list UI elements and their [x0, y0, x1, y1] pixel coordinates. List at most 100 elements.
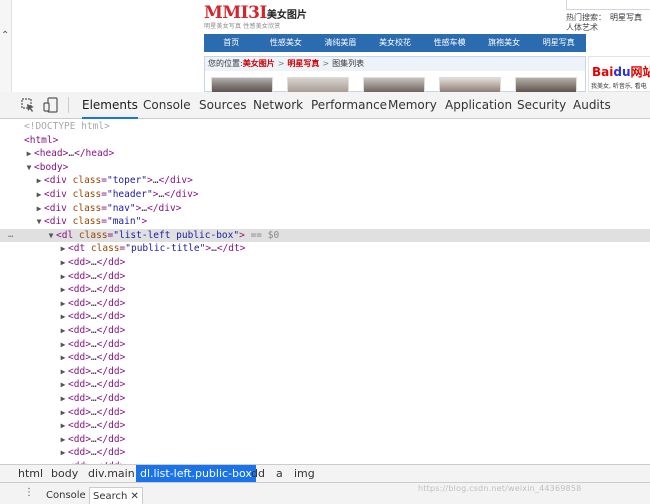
expand-triangle-icon[interactable]: ▶ [58, 378, 68, 392]
crumb-body[interactable]: body [47, 465, 82, 482]
expand-triangle-icon[interactable]: ▶ [58, 256, 68, 270]
expand-triangle-icon[interactable]: ▶ [58, 324, 68, 338]
dom-node-dd[interactable]: ▶<dd>…</dd> [0, 419, 650, 433]
crumb-html[interactable]: html [14, 465, 47, 482]
page-breadcrumb: 您的位置:美女图片 > 明星写真 > 图集列表 [205, 57, 585, 71]
dom-node-dd[interactable]: ▶<dd>…</dd> [0, 338, 650, 352]
expand-triangle-icon[interactable]: ▶ [58, 283, 68, 297]
gallery-thumbnail[interactable] [439, 77, 501, 92]
crumb-a[interactable]: a [272, 465, 287, 482]
crumb-dd[interactable]: dd [247, 465, 269, 482]
dom-node-dd[interactable]: ▶<dd>…</dd> [0, 270, 650, 284]
expand-triangle-icon[interactable]: ▶ [34, 202, 44, 216]
dom-node-body[interactable]: ▼ <body> [0, 161, 650, 175]
expand-triangle-icon[interactable]: ▶ [58, 392, 68, 406]
nav-item[interactable]: 明星写真 [531, 34, 586, 52]
gallery-thumbnail[interactable] [287, 77, 349, 92]
chevron-up-icon[interactable]: ⌃ [1, 30, 9, 41]
site-logo[interactable]: MMI3I美女图片 明星美女写真 性感美女欣赏 [204, 3, 307, 30]
gallery-thumbnail[interactable] [515, 77, 577, 92]
more-options-icon[interactable]: … [8, 229, 13, 243]
drawer-tab-console[interactable]: Console [43, 487, 89, 504]
breadcrumb-prefix: 您的位置: [208, 59, 243, 68]
dom-node-html[interactable]: <html> [0, 134, 650, 148]
tab-application[interactable]: Application [445, 92, 512, 119]
expand-triangle-icon[interactable]: ▶ [58, 433, 68, 447]
dom-node-head[interactable]: ▶ <head>…</head> [0, 147, 650, 161]
search-input[interactable] [566, 0, 650, 10]
dom-node-dd[interactable]: ▶<dd>…</dd> [0, 324, 650, 338]
tab-audits[interactable]: Audits [573, 92, 611, 119]
expand-triangle-icon[interactable]: ▶ [58, 338, 68, 352]
tab-memory[interactable]: Memory [388, 92, 437, 119]
dom-node-dd[interactable]: ▶<dd>…</dd> [0, 446, 650, 460]
expand-triangle-icon[interactable]: ▶ [58, 406, 68, 420]
expand-triangle-icon[interactable]: ▶ [58, 419, 68, 433]
dom-node-doctype[interactable]: <!DOCTYPE html> [0, 120, 650, 134]
dom-node-dd[interactable]: ▶<dd>…</dd> [0, 378, 650, 392]
crumb-dl-selected[interactable]: dl.list-left.public-box [136, 465, 256, 482]
dom-node-dt[interactable]: ▶ <dt class="public-title">…</dt> [0, 242, 650, 256]
drawer-menu-icon[interactable]: ⋮ [24, 487, 34, 498]
device-toolbar-icon[interactable] [43, 97, 59, 113]
tab-elements[interactable]: Elements [82, 92, 138, 119]
dom-node-dd[interactable]: ▶<dd>…</dd> [0, 392, 650, 406]
expand-triangle-icon[interactable]: ▶ [58, 351, 68, 365]
expand-triangle-icon[interactable]: ▶ [58, 242, 68, 256]
logo-slogan: 明星美女写真 性感美女欣赏 [204, 23, 281, 30]
gallery-thumbnail[interactable] [363, 77, 425, 92]
tab-security[interactable]: Security [517, 92, 566, 119]
tab-sources[interactable]: Sources [199, 92, 246, 119]
dom-node-div-nav[interactable]: ▶ <div class="nav">…</div> [0, 202, 650, 216]
dom-node-dd[interactable]: ▶<dd>…</dd> [0, 351, 650, 365]
nav-item-home[interactable]: 首页 [204, 34, 259, 52]
dom-node-div-main[interactable]: ▼ <div class="main"> [0, 215, 650, 229]
expand-triangle-icon[interactable]: ▶ [34, 174, 44, 188]
inspect-element-icon[interactable] [20, 97, 36, 113]
collapse-triangle-icon[interactable]: ▼ [34, 215, 44, 229]
expand-triangle-icon[interactable]: ▶ [58, 297, 68, 311]
dom-node-dd[interactable]: ▶<dd>…</dd> [0, 433, 650, 447]
expand-triangle-icon[interactable]: ▶ [58, 365, 68, 379]
hot-search-link[interactable]: 人体艺术 [566, 23, 598, 32]
crumb-div-main[interactable]: div.main [84, 465, 139, 482]
dom-node-div-header[interactable]: ▶ <div class="header">…</div> [0, 188, 650, 202]
elements-tree[interactable]: <!DOCTYPE html> <html> ▶ <head>…</head> ▼… [0, 119, 650, 464]
breadcrumb-link[interactable]: 美女图片 [243, 59, 275, 68]
nav-item[interactable]: 性感美女 [259, 34, 314, 52]
hot-search-link[interactable]: 明星写真 [610, 13, 642, 22]
dom-node-dd[interactable]: ▶<dd>…</dd> [0, 283, 650, 297]
dom-node-dd[interactable]: ▶<dd>…</dd> [0, 310, 650, 324]
gallery-thumbnail[interactable] [211, 77, 273, 92]
dom-node-dd[interactable]: ▶<dd>…</dd> [0, 406, 650, 420]
breadcrumb-current: 图集列表 [332, 59, 365, 68]
expand-triangle-icon[interactable]: ▶ [58, 446, 68, 460]
expand-triangle-icon[interactable]: ▶ [34, 188, 44, 202]
devtools-panel: Elements Console Sources Network Perform… [0, 92, 650, 504]
dom-node-div-toper[interactable]: ▶ <div class="toper">…</div> [0, 174, 650, 188]
dom-node-dd[interactable]: ▶<dd>…</dd> [0, 297, 650, 311]
nav-item[interactable]: 旗袍美女 [477, 34, 532, 52]
tab-network[interactable]: Network [253, 92, 303, 119]
crumb-img[interactable]: img [290, 465, 319, 482]
tab-console[interactable]: Console [143, 92, 191, 119]
nav-item[interactable]: 美女校花 [368, 34, 423, 52]
dom-node-dd[interactable]: ▶<dd>…</dd> [0, 365, 650, 379]
nav-item[interactable]: 清纯美眉 [313, 34, 368, 52]
expand-triangle-icon[interactable]: ▶ [58, 310, 68, 324]
logo-brand: MMI3I [204, 3, 267, 23]
close-icon[interactable]: ✕ [131, 491, 139, 502]
collapse-triangle-icon[interactable]: ▼ [46, 229, 56, 243]
nav-item[interactable]: 性感车模 [422, 34, 477, 52]
baidu-ad[interactable]: Baidu网站 我美女, 听音乐, 看电 [588, 56, 650, 92]
hot-search-label: 热门搜索： [566, 13, 606, 22]
drawer-tab-search[interactable]: Search ✕ [89, 487, 143, 504]
dom-node-dd[interactable]: ▶<dd>…</dd> [0, 256, 650, 270]
expand-triangle-icon[interactable]: ▶ [24, 147, 34, 161]
expand-triangle-icon[interactable]: ▶ [58, 270, 68, 284]
collapse-triangle-icon[interactable]: ▼ [24, 161, 34, 175]
page-viewport: ⌃ MMI3I美女图片 明星美女写真 性感美女欣赏 热门搜索： 明星写真 人体艺术… [0, 0, 650, 92]
breadcrumb-link[interactable]: 明星写真 [287, 59, 319, 68]
tab-performance[interactable]: Performance [311, 92, 387, 119]
dom-node-dl-selected[interactable]: … ▼ <dl class="list-left public-box"> == $… [0, 228, 650, 243]
